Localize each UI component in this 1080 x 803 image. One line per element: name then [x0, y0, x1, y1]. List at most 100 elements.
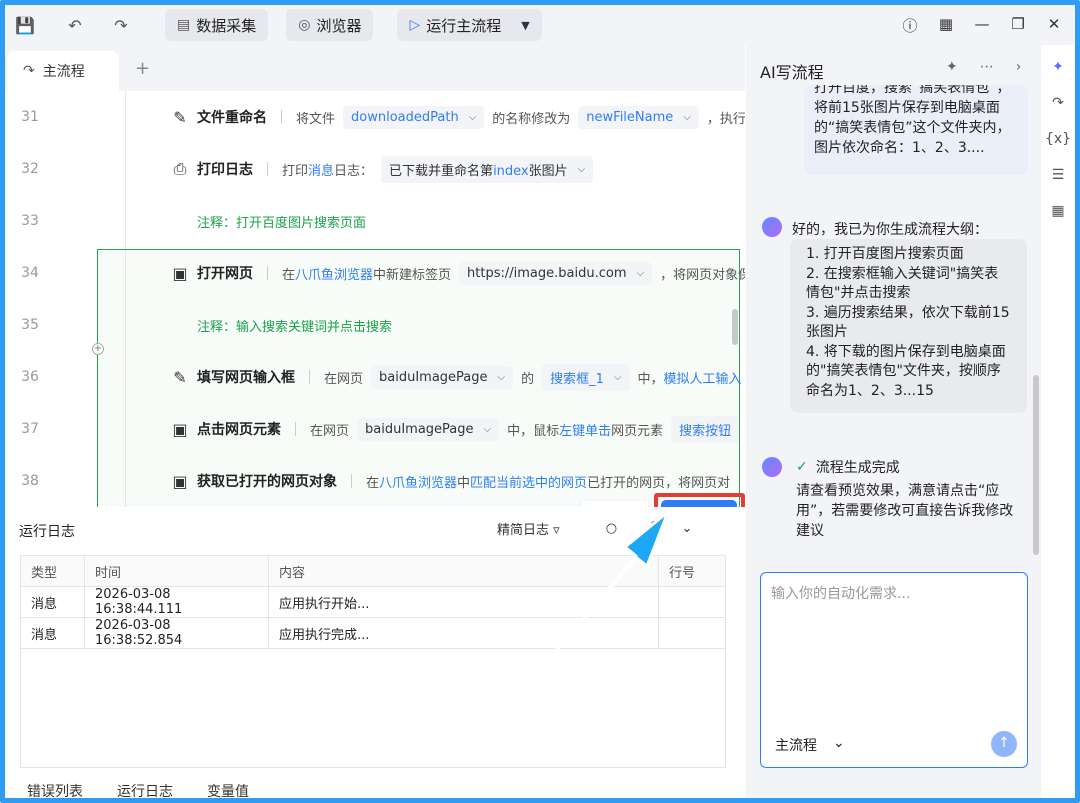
generation-status: ✓ 流程生成完成	[796, 459, 900, 476]
flow-row[interactable]: 32 ⎙ 打印日志 打印 消息 日志： 已下载并重命名第index张图片 ⌵	[5, 143, 745, 195]
vertical-scrollbar[interactable]	[732, 309, 738, 345]
flow-icon[interactable]: ↷	[1041, 95, 1075, 117]
chevron-down-icon: ⌵	[636, 267, 645, 279]
undo-icon[interactable]: ↶	[55, 16, 95, 35]
column-header[interactable]: 类型	[20, 555, 85, 587]
column-header[interactable]: 内容	[268, 555, 659, 587]
outline-item: 4. 将下载的图片保存到电脑桌面的"搞笑表情包"文件夹，按顺序命名为1、2、3.…	[806, 343, 1006, 399]
chevron-down-icon: ⌄	[833, 735, 845, 751]
flow-tabs: ↷ 主流程 +	[5, 45, 745, 91]
line-number: 33	[21, 213, 39, 229]
param-pill[interactable]: 搜索按钮	[671, 415, 740, 443]
param-pill[interactable]: baiduImagePage ⌵	[357, 417, 500, 441]
open-page-icon: ▣	[172, 263, 188, 283]
ai-scrollbar[interactable]	[1033, 375, 1039, 555]
table-row[interactable]: 消息 2026-03-08 16:38:52.854 应用执行完成...	[20, 617, 726, 649]
param-pill[interactable]: 已下载并重命名第index张图片 ⌵	[381, 155, 594, 183]
line-number: 36	[21, 369, 39, 385]
ai-panel-title: AI写流程	[760, 63, 824, 82]
command-name: 打开网页	[197, 266, 253, 282]
command-name: 填写网页输入框	[197, 370, 295, 386]
check-icon: ✓	[796, 459, 808, 475]
chevron-right-icon[interactable]: ›	[1016, 59, 1022, 75]
add-tab-button[interactable]: +	[135, 58, 150, 79]
ai-avatar-icon	[762, 457, 782, 477]
fill-input-icon: ✎	[173, 367, 187, 387]
flow-row[interactable]: 35 注释：输入搜索关键词并点击搜索	[5, 299, 745, 351]
save-icon[interactable]: 💾	[5, 16, 45, 35]
outline-box: 1. 打开百度图片搜索页面 2. 在搜索框输入关键词"搞笑表情包"并点击搜索 3…	[790, 239, 1027, 413]
chevron-down-icon[interactable]: ⌄	[682, 521, 693, 536]
flow-row[interactable]: 37 ▣ 点击网页元素 在网页 baiduImagePage ⌵ 中，鼠标 左键单…	[5, 403, 745, 455]
file-rename-icon: ✎	[173, 107, 187, 127]
ai-sparkle-icon[interactable]: ✦	[1041, 59, 1075, 81]
command-name: 文件重命名	[197, 110, 267, 126]
line-number: 35	[21, 317, 39, 333]
param-pill[interactable]: 搜索框_1 ⌵	[542, 363, 630, 391]
tab-error-list[interactable]: 错误列表	[27, 781, 83, 801]
line-number: 32	[21, 161, 39, 177]
grid-icon[interactable]: ▦	[931, 15, 961, 36]
log-table-body	[20, 647, 726, 768]
top-toolbar: 💾 ↶ ↷ ▤ 数据采集 ◎ 浏览器 ▷ 运行主流程 ▼ ⓘ ▦ — ❐ ✕	[5, 5, 1075, 45]
broom-icon[interactable]: ✦	[946, 59, 958, 75]
line-number: 38	[21, 473, 39, 489]
data-collect-button[interactable]: ▤ 数据采集	[165, 9, 269, 41]
column-header[interactable]: 时间	[84, 555, 269, 587]
close-icon[interactable]: ✕	[1039, 15, 1069, 36]
scope-dropdown[interactable]: 主流程 ⌄	[775, 735, 845, 755]
param-pill[interactable]: downloadedPath ⌵	[343, 105, 485, 129]
line-number: 31	[21, 109, 39, 125]
browser-icon: ◎	[298, 17, 311, 33]
redo-icon[interactable]: ↷	[101, 16, 141, 35]
browser-button[interactable]: ◎ 浏览器	[286, 9, 374, 41]
outline-item: 2. 在搜索框输入关键词"搞笑表情包"并点击搜索	[806, 265, 999, 302]
data-collect-icon: ▤	[177, 17, 191, 33]
help-icon[interactable]: ⓘ	[895, 15, 925, 36]
insert-point-icon[interactable]: +	[92, 343, 104, 355]
line-number: 34	[21, 265, 39, 281]
tab-run-log[interactable]: 运行日志	[117, 781, 173, 801]
command-name: 获取已打开的网页对象	[197, 474, 337, 490]
run-main-button[interactable]: ▷ 运行主流程 ▼	[397, 9, 542, 41]
chevron-down-icon: ⌵	[683, 111, 691, 123]
variable-icon[interactable]: {x}	[1041, 131, 1075, 153]
chevron-down-icon: ⌵	[468, 111, 477, 123]
chevron-down-icon[interactable]: ▼	[521, 19, 529, 32]
minimize-icon[interactable]: —	[967, 15, 997, 36]
tab-main-flow[interactable]: ↷ 主流程	[7, 51, 119, 91]
log-filter-dropdown[interactable]: 精简日志 ▿	[497, 519, 560, 538]
trash-icon[interactable]: 🗑	[649, 521, 666, 536]
table-row[interactable]: 消息 2026-03-08 16:38:44.111 应用执行开始...	[20, 586, 726, 618]
flow-row[interactable]: 31 ✎ 文件重命名 将文件 downloadedPath ⌵ 的名称修改为 ne…	[5, 91, 745, 143]
param-pill[interactable]: https://image.baidu.com ⌵	[459, 261, 653, 285]
ai-input-box[interactable]: 输入你的自动化需求... 主流程 ⌄ ↑	[760, 572, 1028, 768]
status-description: 请查看预览效果，满意请点击“应用”，若需要修改可直接告诉我修改建议	[796, 483, 1014, 539]
user-message: 打开百度，搜索“搞笑表情包”，将前15张图片保存到电脑桌面的“搞笑表情包”这个文…	[804, 85, 1028, 175]
comment-text: 注释：打开百度图片搜索页面	[197, 215, 367, 231]
flow-editor-panel: ↷ 主流程 + 31 ✎ 文件重命名 将文件 downloadedPath ⌵ 的…	[5, 45, 745, 801]
flow-row[interactable]: 38 ▣ 获取已打开的网页对象 在 八爪鱼浏览器 中 匹配当前选中的网页 已打开…	[5, 455, 745, 507]
flow-row[interactable]: 33 注释：打开百度图片搜索页面	[5, 195, 745, 247]
side-icon-bar: ✦ ↷ {x} ☰ ▦	[1041, 45, 1075, 798]
chevron-down-icon: ⌵	[483, 423, 492, 435]
search-icon[interactable]: ○	[606, 521, 617, 536]
send-button[interactable]: ↑	[991, 731, 1017, 757]
log-table: 类型 时间 内容 行号 消息 2026-03-08 16:38:44.111 应…	[20, 555, 726, 649]
run-log-panel: 运行日志 精简日志 ▿ ○ 🗑 ⌄ 类型 时间 内容 行号 消息 2026-03…	[5, 507, 745, 801]
ai-panel: AI写流程 ✦ ⋯ › 打开百度，搜索“搞笑表情包”，将前15张图片保存到电脑桌…	[746, 45, 1041, 798]
outline-item: 3. 遍历搜索结果，依次下载前15张图片	[806, 304, 1010, 341]
restore-icon[interactable]: ❐	[1003, 15, 1033, 36]
param-pill[interactable]: baiduImagePage ⌵	[371, 365, 514, 389]
column-header[interactable]: 行号	[658, 555, 726, 587]
layers-icon[interactable]: ☰	[1041, 167, 1075, 189]
bottom-tabs: 错误列表 运行日志 变量值	[27, 781, 249, 801]
tab-variables[interactable]: 变量值	[207, 781, 249, 801]
param-pill[interactable]: newFileName ⌵	[578, 105, 699, 129]
flow-row[interactable]: 34 ▣ 打开网页 在 八爪鱼浏览器 中新建标签页 https://image.…	[5, 247, 745, 299]
more-icon[interactable]: ⋯	[980, 59, 994, 75]
chevron-down-icon: ⌵	[497, 371, 506, 383]
components-icon[interactable]: ▦	[1041, 203, 1075, 225]
line-number: 37	[21, 421, 39, 437]
flow-row[interactable]: 36 ✎ 填写网页输入框 在网页 baiduImagePage ⌵ 的 搜索框_1…	[5, 351, 745, 403]
